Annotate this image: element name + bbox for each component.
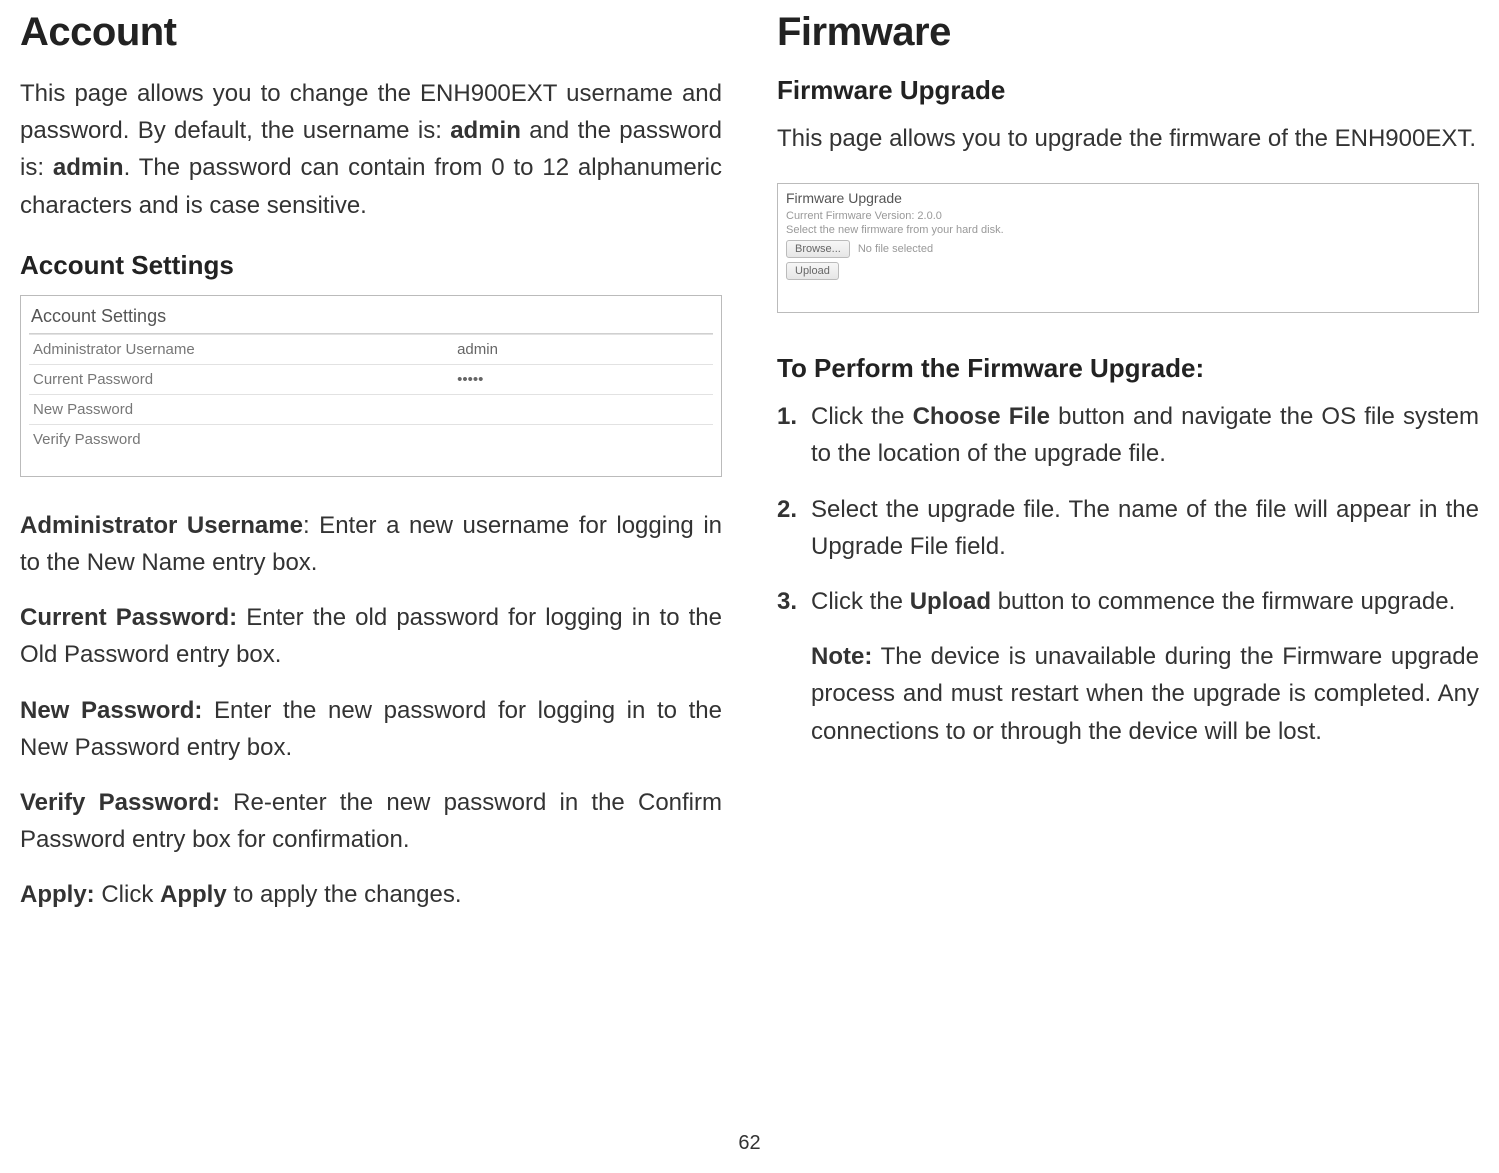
row-value [453, 394, 713, 424]
definitions: Administrator Username: Enter a new user… [20, 507, 722, 914]
row-label: New Password [29, 394, 453, 424]
row-value: ••••• [453, 364, 713, 394]
account-heading: Account [20, 10, 722, 55]
account-settings-heading: Account Settings [20, 250, 722, 281]
firmware-upgrade-panel: Firmware Upgrade Current Firmware Versio… [777, 183, 1479, 313]
account-intro: This page allows you to change the ENH90… [20, 75, 722, 224]
page-number: 62 [0, 1132, 1499, 1155]
step-text: button to commence the firmware upgrade. [991, 588, 1455, 615]
note-text: The device is unavailable during the Fir… [811, 643, 1479, 744]
step-2: 2. Select the upgrade file. The name of … [777, 491, 1479, 565]
firmware-heading: Firmware [777, 10, 1479, 55]
no-file-label: No file selected [858, 243, 933, 255]
intro-text-3: . The password can contain from 0 to 12 … [20, 154, 722, 218]
step-number: 2. [777, 491, 797, 528]
step-number: 3. [777, 583, 797, 620]
table-row: Verify Password [29, 424, 713, 454]
browse-button[interactable]: Browse... [786, 240, 850, 258]
table-row: Current Password ••••• [29, 364, 713, 394]
fw-browse-row: Browse... No file selected [786, 238, 1470, 260]
def-apply: Apply: Click Apply to apply the changes. [20, 876, 722, 913]
def-label: Current Password: [20, 604, 237, 631]
page-layout: Account This page allows you to change t… [0, 0, 1499, 991]
fw-panel-title: Firmware Upgrade [786, 190, 1470, 210]
def-label: Administrator Username [20, 512, 303, 539]
account-settings-panel: Account Settings Administrator Username … [20, 295, 722, 477]
def-label: New Password: [20, 697, 202, 724]
intro-bold-2: admin [53, 154, 124, 181]
settings-table: Administrator Username admin Current Pas… [29, 334, 713, 454]
fw-upload-row: Upload [786, 260, 1470, 282]
row-label: Verify Password [29, 424, 453, 454]
fw-select-line: Select the new firmware from your hard d… [786, 224, 1470, 238]
firmware-intro: This page allows you to upgrade the firm… [777, 120, 1479, 157]
def-verify-password: Verify Password: Re-enter the new passwo… [20, 784, 722, 858]
row-label: Administrator Username [29, 334, 453, 364]
step-text: Click the [811, 588, 910, 615]
right-column: Firmware Firmware Upgrade This page allo… [777, 10, 1479, 931]
def-current-password: Current Password: Enter the old password… [20, 599, 722, 673]
def-text-bold: Apply [160, 881, 227, 908]
def-admin-username: Administrator Username: Enter a new user… [20, 507, 722, 581]
panel-title: Account Settings [29, 302, 713, 334]
fw-version-line: Current Firmware Version: 2.0.0 [786, 210, 1470, 224]
steps-heading: To Perform the Firmware Upgrade: [777, 353, 1479, 384]
row-label: Current Password [29, 364, 453, 394]
step-text: Select the upgrade file. The name of the… [811, 496, 1479, 560]
table-row: New Password [29, 394, 713, 424]
def-label: Verify Password: [20, 789, 220, 816]
def-new-password: New Password: Enter the new password for… [20, 692, 722, 766]
upload-button[interactable]: Upload [786, 262, 839, 280]
firmware-upgrade-heading: Firmware Upgrade [777, 75, 1479, 106]
note-label: Note: [811, 643, 872, 670]
intro-bold-1: admin [450, 117, 521, 144]
steps-list: 1. Click the Choose File button and navi… [777, 398, 1479, 750]
step-1: 1. Click the Choose File button and navi… [777, 398, 1479, 472]
step-bold: Choose File [913, 403, 1050, 430]
table-row: Administrator Username admin [29, 334, 713, 364]
row-value: admin [453, 334, 713, 364]
step-number: 1. [777, 398, 797, 435]
def-text-post: to apply the changes. [227, 881, 462, 908]
def-text-pre: Click [95, 881, 160, 908]
firmware-note: Note: The device is unavailable during t… [777, 638, 1479, 750]
left-column: Account This page allows you to change t… [20, 10, 722, 931]
step-bold: Upload [910, 588, 991, 615]
step-text: Click the [811, 403, 913, 430]
step-3: 3. Click the Upload button to commence t… [777, 583, 1479, 620]
def-label: Apply: [20, 881, 95, 908]
row-value [453, 424, 713, 454]
